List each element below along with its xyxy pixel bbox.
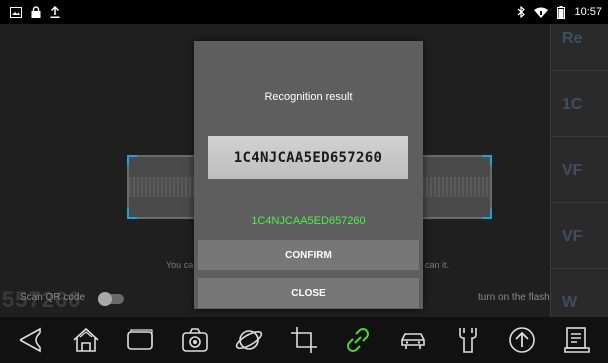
image-icon: [10, 6, 22, 18]
back-button[interactable]: [11, 320, 51, 360]
recent-apps-icon: [127, 329, 154, 350]
bluetooth-icon: [517, 6, 526, 18]
crop-icon: [290, 327, 317, 353]
vehicle-button[interactable]: [393, 320, 433, 360]
lock-icon: [31, 6, 41, 18]
report-icon: [563, 327, 590, 353]
vin-image-text: 1C4NJCAA5ED657260: [233, 149, 383, 166]
tools-button[interactable]: [448, 320, 488, 360]
scan-hint-left: You ca: [166, 260, 194, 270]
vin-history-item[interactable]: VF: [550, 162, 608, 180]
vin-history-item[interactable]: VF: [550, 228, 608, 246]
wifi-icon: [534, 7, 549, 18]
link-icon: [347, 328, 370, 352]
scan-qr-toggle[interactable]: [98, 292, 124, 306]
camera-icon: [182, 328, 208, 352]
wrench-icon: [458, 328, 477, 353]
update-button[interactable]: [502, 320, 542, 360]
scan-frame-left: [127, 155, 199, 219]
back-icon: [19, 327, 42, 353]
crop-button[interactable]: [284, 320, 324, 360]
scan-qr-label: Scan QR code: [20, 292, 86, 303]
scan-hint-right: can it.: [425, 260, 450, 270]
battery-icon: [557, 5, 566, 19]
vin-history-item[interactable]: W: [550, 294, 608, 312]
vin-history-panel: Re 1C VF VF W: [550, 24, 608, 317]
vin-crop-image: 1C4NJCAA5ED657260: [208, 136, 408, 179]
status-time: 10:57: [574, 6, 602, 18]
browser-icon: [236, 330, 263, 350]
vin-history-item[interactable]: 1C: [550, 96, 608, 114]
home-icon: [73, 327, 99, 352]
screenshot-button[interactable]: [175, 320, 215, 360]
home-button[interactable]: [66, 320, 106, 360]
report-button[interactable]: [557, 320, 597, 360]
recognition-dialog: Recognition result 1C4NJCAA5ED657260 1C4…: [194, 41, 423, 309]
status-bar: 10:57: [0, 0, 608, 24]
car-icon: [401, 333, 425, 349]
upload-icon: [50, 6, 60, 18]
flash-label: turn on the flash: [478, 292, 550, 303]
browser-button[interactable]: [229, 320, 269, 360]
vci-link-button[interactable]: [338, 320, 378, 360]
close-button[interactable]: CLOSE: [198, 278, 419, 308]
confirm-button[interactable]: CONFIRM: [198, 240, 419, 270]
scan-frame-right: [420, 155, 492, 219]
upload-circle-icon: [509, 327, 535, 353]
vin-history-header: Re: [562, 30, 583, 47]
vin-result-text: 1C4NJCAA5ED657260: [251, 215, 366, 227]
dialog-title: Recognition result: [264, 91, 353, 103]
bottom-nav-bar: [0, 317, 608, 363]
recent-apps-button[interactable]: [120, 320, 160, 360]
